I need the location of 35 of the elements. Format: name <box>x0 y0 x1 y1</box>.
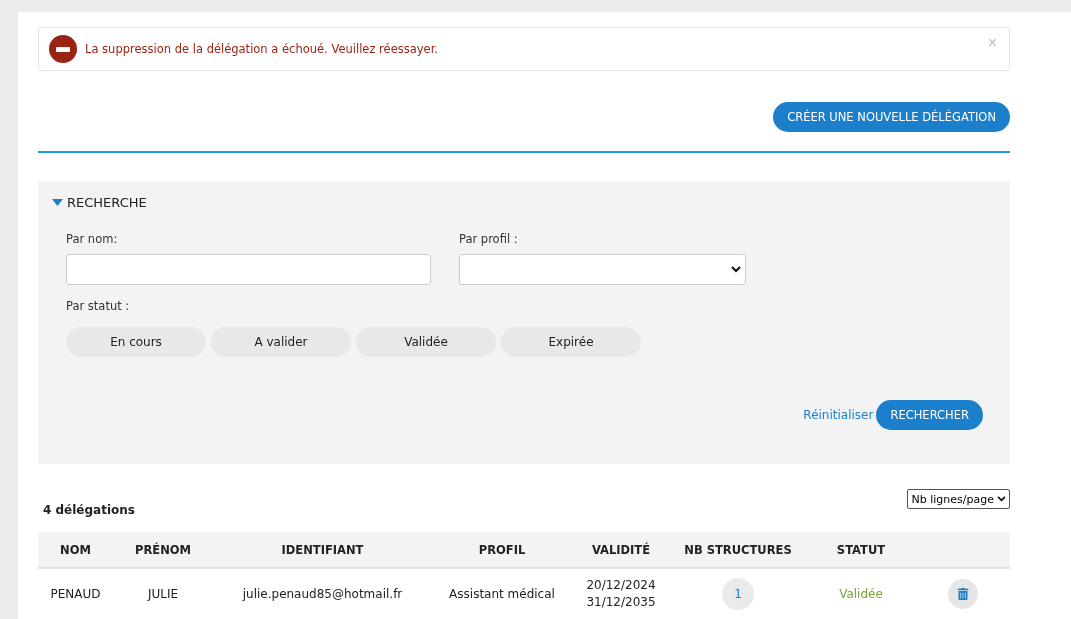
table-cell: Assistant médical <box>432 568 572 619</box>
status-filter[interactable]: A valider <box>211 327 351 357</box>
status-text: Validée <box>839 587 883 601</box>
result-count: 4 délégations <box>43 503 135 517</box>
name-input[interactable] <box>66 254 431 285</box>
status-filter[interactable]: En cours <box>66 327 206 357</box>
column-header: PRÉNOM <box>113 532 213 568</box>
reset-link[interactable]: Réinitialiser <box>803 408 874 422</box>
table-cell: julie.penaud85@hotmail.fr <box>213 568 432 619</box>
validity-dates: 20/12/2024 31/12/2035 <box>586 577 656 611</box>
error-icon <box>49 35 77 63</box>
status-filter[interactable]: Validée <box>356 327 496 357</box>
page-size-select[interactable]: Nb lignes/page <box>906 489 1010 509</box>
column-header: NB STRUCTURES <box>670 532 806 568</box>
table-cell: JULIE <box>113 568 213 619</box>
column-header: VALIDITÉ <box>572 532 670 568</box>
field-label: Par statut : <box>66 299 130 313</box>
field-label: Par profil : <box>459 232 519 246</box>
trash-icon <box>957 588 969 600</box>
search-toggle[interactable]: RECHERCHE <box>52 195 147 210</box>
column-header: PROFIL <box>432 532 572 568</box>
status-filter[interactable]: Expirée <box>501 327 641 357</box>
chevron-icon <box>731 266 741 273</box>
error-message: La suppression de la délégation a échoué. Veuillez réessayer. <box>85 42 438 56</box>
column-header: STATUT <box>806 532 916 568</box>
field-label: Par nom: <box>66 232 119 246</box>
delete-button[interactable] <box>948 579 978 609</box>
search-button[interactable]: RECHERCHER <box>876 400 983 430</box>
profile-select[interactable] <box>459 254 746 285</box>
column-header: NOM <box>38 532 113 568</box>
create-delegation-button[interactable]: CRÉER UNE NOUVELLE DÉLÉGATION <box>773 102 1010 132</box>
column-header: IDENTIFIANT <box>213 532 432 568</box>
table-cell: PENAUD <box>38 568 113 619</box>
chevron-icon <box>997 496 1006 502</box>
structures-count[interactable]: 1 <box>722 578 754 610</box>
